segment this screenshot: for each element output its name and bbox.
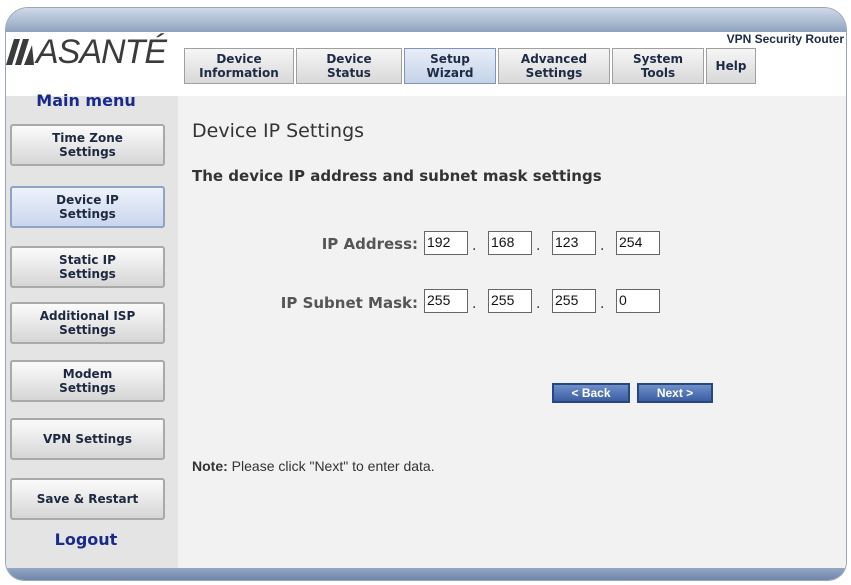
window-top-band: [6, 8, 846, 32]
logout-link[interactable]: Logout: [0, 530, 172, 549]
brand-logo: ASANTÉ: [6, 30, 182, 74]
note-text: Note: Please click "Next" to enter data.: [192, 458, 435, 474]
main-menu-title: Main menu: [36, 91, 136, 110]
page-subtitle: The device IP address and subnet mask se…: [192, 167, 602, 185]
tab-setup-wizard[interactable]: Setup Wizard: [404, 48, 496, 84]
ip-address-octet-4[interactable]: 254: [616, 231, 660, 255]
next-button[interactable]: Next >: [637, 383, 713, 403]
sidebar-item-save-restart[interactable]: Save & Restart: [10, 478, 165, 520]
note-body: Please click "Next" to enter data.: [227, 458, 435, 474]
note-label: Note:: [192, 458, 228, 474]
back-button[interactable]: < Back: [552, 383, 630, 403]
tab-device-information[interactable]: Device Information: [184, 48, 294, 84]
ip-dot-2: .: [536, 238, 541, 254]
ip-dot-1: .: [472, 238, 477, 254]
asante-logo-icon: [6, 39, 34, 65]
sidebar-item-time-zone[interactable]: Time Zone Settings: [10, 124, 165, 166]
mask-dot-2: .: [536, 296, 541, 312]
logo-text: ASANTÉ: [36, 32, 167, 71]
subnet-mask-octet-1[interactable]: 255: [424, 289, 468, 313]
mask-dot-1: .: [472, 296, 477, 312]
tab-advanced-settings[interactable]: Advanced Settings: [498, 48, 610, 84]
sidebar-item-static-ip[interactable]: Static IP Settings: [10, 246, 165, 288]
tab-help[interactable]: Help: [706, 48, 756, 84]
page-title: Device IP Settings: [192, 120, 365, 142]
mask-dot-3: .: [600, 296, 605, 312]
tab-device-status[interactable]: Device Status: [296, 48, 402, 84]
subnet-mask-octet-3[interactable]: 255: [552, 289, 596, 313]
subnet-mask-label: IP Subnet Mask:: [280, 294, 418, 312]
ip-dot-3: .: [600, 238, 605, 254]
window-bottom-band: [6, 568, 846, 580]
sidebar-item-additional-isp[interactable]: Additional ISP Settings: [10, 302, 165, 344]
ip-address-octet-1[interactable]: 192: [424, 231, 468, 255]
ip-address-octet-3[interactable]: 123: [552, 231, 596, 255]
subnet-mask-octet-4[interactable]: 0: [616, 289, 660, 313]
sidebar-item-device-ip[interactable]: Device IP Settings: [10, 186, 165, 228]
ip-address-octet-2[interactable]: 168: [488, 231, 532, 255]
ip-address-label: IP Address:: [321, 235, 418, 253]
tab-system-tools[interactable]: System Tools: [612, 48, 704, 84]
sidebar-item-vpn[interactable]: VPN Settings: [10, 418, 165, 460]
subnet-mask-octet-2[interactable]: 255: [488, 289, 532, 313]
product-name: VPN Security Router: [726, 32, 844, 46]
sidebar-item-modem[interactable]: Modem Settings: [10, 360, 165, 402]
top-nav-tabs: Device Information Device Status Setup W…: [184, 48, 846, 84]
